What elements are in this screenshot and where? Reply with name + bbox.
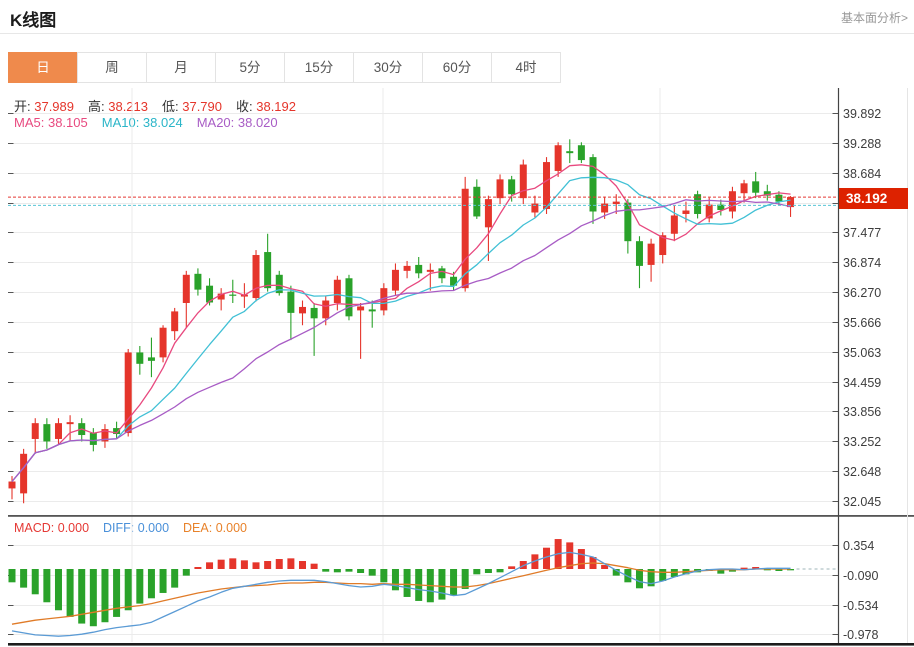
macd-axis-labels: 0.354 -0.090 -0.534 -0.978 bbox=[843, 539, 878, 642]
svg-text:35.063: 35.063 bbox=[843, 346, 881, 360]
price-axis-labels: 39.89239.28838.68438.08137.47736.87436.2… bbox=[843, 107, 881, 509]
svg-text:35.666: 35.666 bbox=[843, 316, 881, 330]
svg-text:-0.978: -0.978 bbox=[843, 628, 878, 642]
svg-text:-0.090: -0.090 bbox=[843, 569, 878, 583]
svg-text:38.684: 38.684 bbox=[843, 167, 881, 181]
svg-text:36.270: 36.270 bbox=[843, 286, 881, 300]
svg-text:36.874: 36.874 bbox=[843, 256, 881, 270]
svg-text:-0.534: -0.534 bbox=[843, 599, 878, 613]
svg-text:39.892: 39.892 bbox=[843, 107, 881, 121]
svg-text:33.252: 33.252 bbox=[843, 435, 881, 449]
svg-text:32.648: 32.648 bbox=[843, 465, 881, 479]
svg-text:33.856: 33.856 bbox=[843, 405, 881, 419]
svg-text:37.477: 37.477 bbox=[843, 226, 881, 240]
svg-text:39.288: 39.288 bbox=[843, 137, 881, 151]
chart-frame bbox=[8, 88, 914, 646]
kline-chart[interactable]: 39.89239.28838.68438.08137.47736.87436.2… bbox=[0, 0, 914, 647]
svg-text:34.459: 34.459 bbox=[843, 376, 881, 390]
macd-histogram bbox=[9, 539, 795, 626]
svg-text:32.045: 32.045 bbox=[843, 495, 881, 509]
candles-layer bbox=[9, 139, 795, 503]
svg-text:0.354: 0.354 bbox=[843, 539, 874, 553]
kline-widget: K线图 基本面分析> 日周月5分15分30分60分4时 开: 37.989高: … bbox=[0, 0, 914, 647]
ma20-line bbox=[12, 200, 791, 482]
last-price-badge: 38.192 bbox=[839, 188, 908, 209]
